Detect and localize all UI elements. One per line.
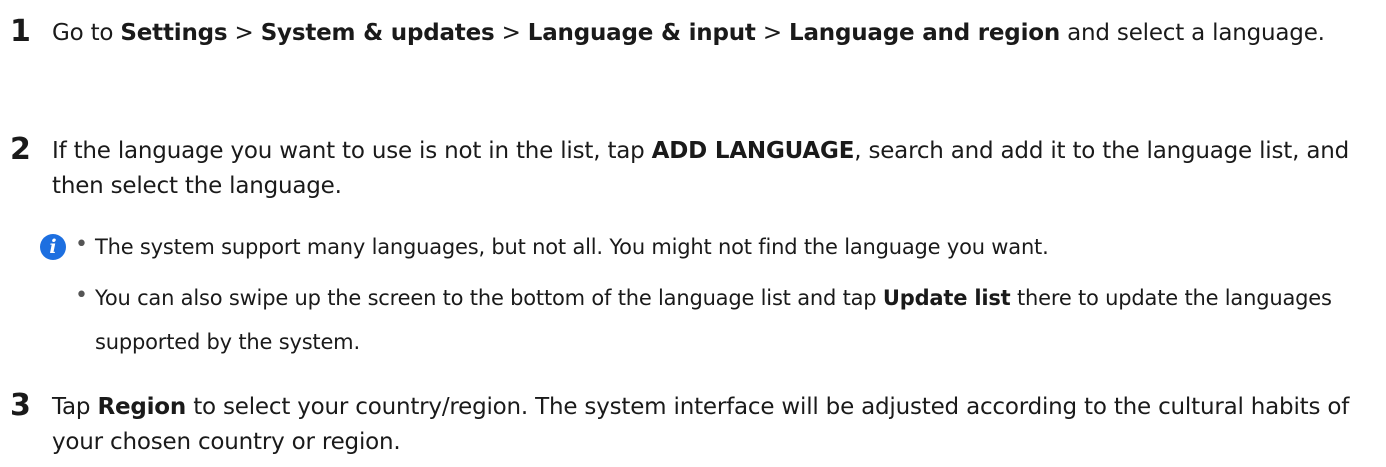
step-text-segment: and select a language. <box>1060 20 1325 46</box>
language-input-path-item: Language & input <box>527 20 756 46</box>
settings-path-item: Settings <box>120 20 228 46</box>
step-text-segment: Go to <box>52 20 121 46</box>
bullet-icon: • <box>75 232 88 257</box>
update-list-label: Update list <box>882 286 1011 310</box>
note-block: i • The system support many languages, b… <box>0 232 1386 394</box>
step-text: If the language you want to use is not i… <box>52 134 1372 204</box>
info-icon: i <box>40 234 66 260</box>
step-number: 1 <box>10 14 31 49</box>
region-label: Region <box>97 394 187 420</box>
step-text: Go to Settings > System & updates > Lang… <box>52 16 1372 51</box>
note-text-segment: You can also swipe up the screen to the … <box>95 286 883 310</box>
step-text: Tap Region to select your country/region… <box>52 390 1372 460</box>
step-text-segment: to select your country/region. The syste… <box>52 394 1350 455</box>
step-number: 3 <box>10 388 31 423</box>
step-text-segment: If the language you want to use is not i… <box>52 138 652 164</box>
path-separator: > <box>227 20 261 46</box>
note-text-segment: The system support many languages, but n… <box>95 235 1049 259</box>
note-text: The system support many languages, but n… <box>95 225 1380 269</box>
step-number: 2 <box>10 132 31 167</box>
path-separator: > <box>494 20 528 46</box>
path-separator: > <box>755 20 790 46</box>
add-language-label: ADD LANGUAGE <box>651 138 855 164</box>
note-text: You can also swipe up the screen to the … <box>95 276 1380 364</box>
bullet-icon: • <box>75 283 88 308</box>
system-updates-path-item: System & updates <box>260 20 495 46</box>
step-text-segment: Tap <box>52 394 98 420</box>
language-region-path-item: Language and region <box>789 20 1061 46</box>
